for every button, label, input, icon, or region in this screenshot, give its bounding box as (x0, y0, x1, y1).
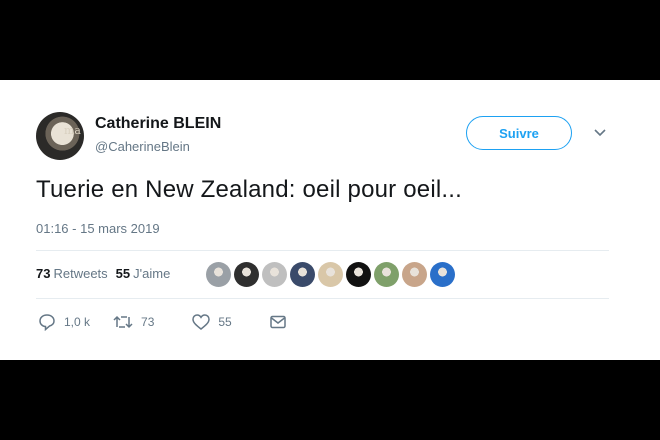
retweet-icon (113, 315, 133, 329)
chevron-down-icon[interactable] (592, 126, 608, 140)
liker-avatar[interactable] (262, 262, 287, 287)
liker-avatar[interactable] (206, 262, 231, 287)
liker-avatar[interactable] (346, 262, 371, 287)
retweet-count: 73 (141, 315, 155, 329)
author-handle[interactable]: @CaherineBlein (95, 139, 190, 154)
like-count: 55 (218, 315, 232, 329)
likes-stat[interactable]: 55 J'aime (116, 266, 171, 281)
avatar[interactable]: ma (36, 112, 84, 160)
liker-avatar[interactable] (374, 262, 399, 287)
liker-avatars (206, 262, 455, 287)
liker-avatar[interactable] (290, 262, 315, 287)
follow-button[interactable]: Suivre (466, 116, 572, 150)
reply-button[interactable]: 1,0 k (38, 313, 90, 331)
reply-count: 1,0 k (64, 315, 91, 329)
liker-avatar[interactable] (402, 262, 427, 287)
retweet-button[interactable]: 73 (113, 314, 154, 330)
liker-avatar[interactable] (234, 262, 259, 287)
tweet-text: Tuerie en New Zealand: oeil pour oeil... (36, 176, 463, 203)
envelope-icon (269, 315, 286, 329)
like-button[interactable]: 55 (192, 314, 232, 330)
divider (36, 250, 609, 251)
reply-icon (39, 314, 55, 331)
author-name[interactable]: Catherine BLEIN (95, 115, 221, 133)
action-bar: 1,0 k 73 55 (38, 313, 286, 331)
tweet-timestamp[interactable]: 01:16 - 15 mars 2019 (36, 221, 160, 236)
divider (36, 298, 609, 299)
retweets-stat[interactable]: 73 Retweets (36, 266, 108, 281)
engagement-stats: 73 Retweets 55 J'aime (36, 266, 170, 281)
liker-avatar[interactable] (318, 262, 343, 287)
avatar-text: ma (64, 124, 81, 137)
heart-icon (192, 314, 211, 330)
dm-button[interactable] (269, 315, 286, 329)
liker-avatar[interactable] (430, 262, 455, 287)
